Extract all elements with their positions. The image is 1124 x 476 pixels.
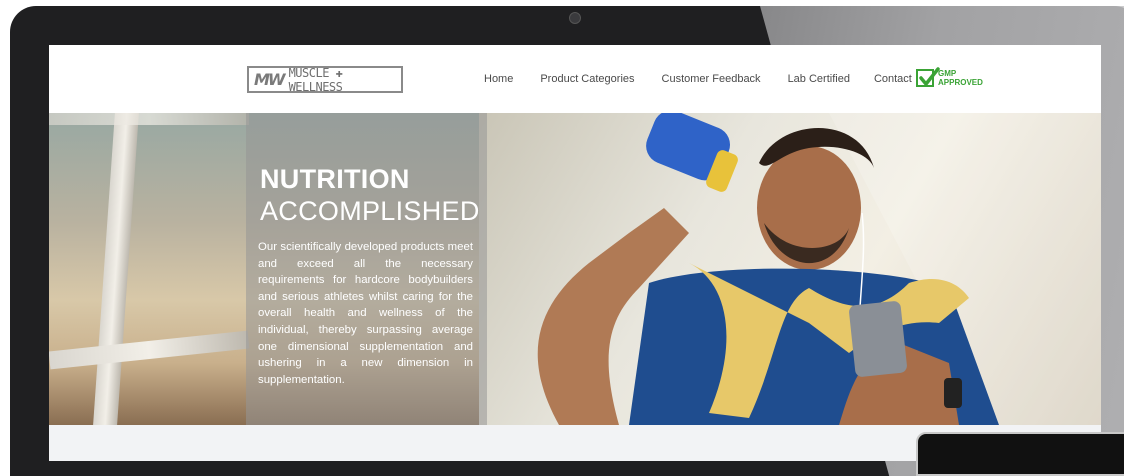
logo[interactable]: MW MUSCLE ✚ WELLNESS bbox=[247, 65, 403, 94]
checkmark-icon bbox=[916, 67, 940, 87]
railing-top bbox=[49, 113, 249, 125]
railing-bar bbox=[49, 330, 250, 370]
main-nav: Home Product Categories Customer Feedbac… bbox=[484, 73, 912, 85]
hero-banner: NUTRITION ACCOMPLISHED Our scientificall… bbox=[49, 113, 1101, 425]
athlete-photo bbox=[537, 113, 999, 425]
logo-mark: MW bbox=[254, 70, 286, 89]
secondary-device bbox=[916, 432, 1124, 476]
nav-lab-certified[interactable]: Lab Certified bbox=[788, 73, 850, 85]
railing-post bbox=[93, 113, 139, 425]
webcam-icon bbox=[569, 12, 581, 24]
hero-title-line2: ACCOMPLISHED bbox=[260, 196, 480, 226]
hero-text-panel: NUTRITION ACCOMPLISHED Our scientificall… bbox=[246, 113, 487, 425]
logo-text: MUSCLE ✚ WELLNESS bbox=[288, 65, 343, 94]
hero-description: Our scientifically developed products me… bbox=[258, 241, 473, 386]
gmp-approved-badge: GMP APPROVED bbox=[916, 67, 983, 87]
website-screen: MW MUSCLE ✚ WELLNESS Home Product Catego… bbox=[49, 45, 1101, 461]
badge-line2: APPROVED bbox=[938, 78, 983, 87]
nav-contact[interactable]: Contact bbox=[874, 73, 912, 85]
nav-home[interactable]: Home bbox=[484, 73, 513, 85]
badge-line1: GMP bbox=[938, 69, 957, 78]
hero-title-line1: NUTRITION bbox=[260, 164, 410, 194]
nav-product-categories[interactable]: Product Categories bbox=[540, 73, 634, 85]
nav-customer-feedback[interactable]: Customer Feedback bbox=[662, 73, 761, 85]
site-header: MW MUSCLE ✚ WELLNESS Home Product Catego… bbox=[49, 45, 1101, 113]
